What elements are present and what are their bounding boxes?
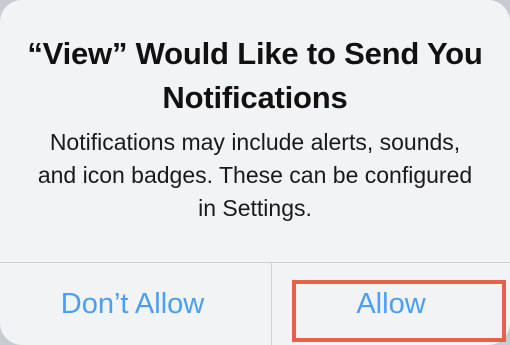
- notification-permission-alert: “View” Would Like to Send You Notificati…: [0, 0, 510, 345]
- alert-title: “View” Would Like to Send You Notificati…: [27, 36, 483, 115]
- dont-allow-button[interactable]: Don’t Allow: [0, 263, 271, 345]
- alert-message: Notifications may include alerts, sounds…: [37, 129, 473, 221]
- allow-button[interactable]: Allow: [272, 263, 510, 345]
- alert-content: “View” Would Like to Send You Notificati…: [0, 0, 510, 262]
